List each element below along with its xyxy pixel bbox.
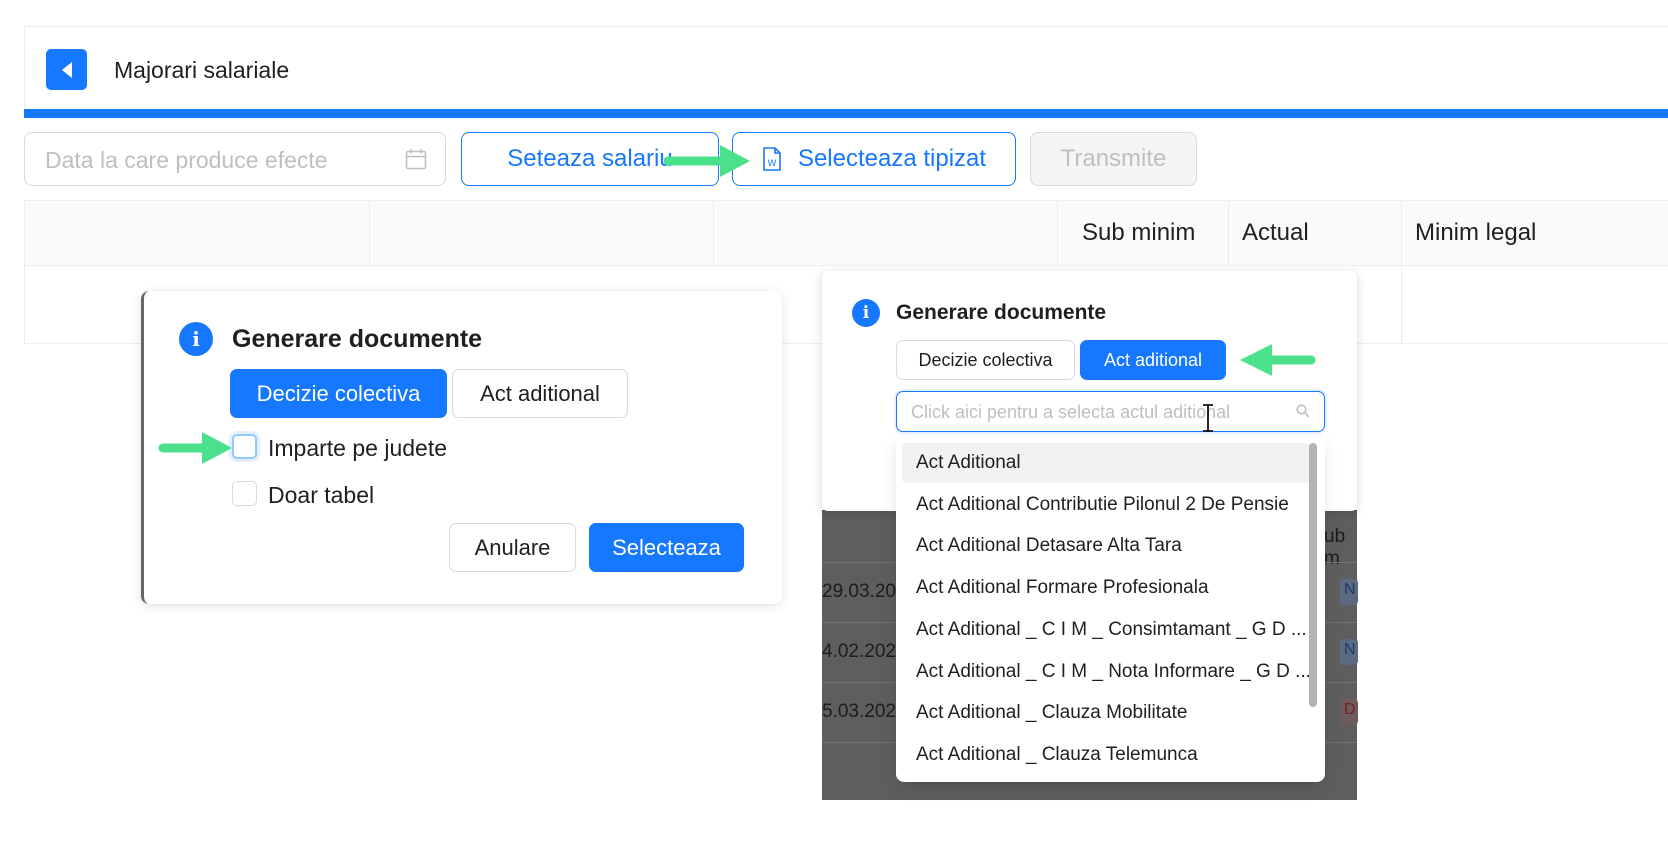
tab-label: Act aditional (1103, 349, 1203, 370)
dropdown-option[interactable]: Act Aditional _ Clauza Telemunca (902, 735, 1310, 775)
column-divider (1401, 201, 1402, 267)
status-badge: N (1340, 639, 1358, 665)
column-header-minim-legal[interactable]: Minim legal (1415, 219, 1536, 247)
annotation-arrow-icon (1240, 344, 1316, 376)
row-date: 5.03.2020 (822, 701, 907, 722)
column-divider (1057, 201, 1058, 267)
select-label: Selecteaza (612, 534, 721, 560)
modal-title: Generare documente (896, 301, 1107, 324)
select-template-button[interactable]: W Selecteaza tipizat (732, 132, 1016, 186)
tab-act-aditional[interactable]: Act aditional (1080, 340, 1226, 380)
effective-date-placeholder: Data la care produce efecte (45, 147, 328, 173)
dropdown-option[interactable]: Act Aditional Detasare Alta Tara (902, 526, 1310, 566)
column-header-actual[interactable]: Actual (1242, 219, 1309, 247)
column-divider (369, 201, 370, 267)
word-document-icon: W (763, 147, 781, 171)
tab-label: Act aditional (480, 380, 600, 406)
annotation-arrow-icon (158, 432, 232, 464)
info-icon: i (179, 322, 213, 356)
calendar-icon (405, 149, 427, 170)
select-template-label: Selecteaza tipizat (797, 145, 987, 172)
dropdown-option[interactable]: Act Aditional Formare Profesionala (902, 568, 1310, 608)
act-aditional-dropdown: Act Aditional Act Aditional Contributie … (896, 437, 1325, 782)
header-accent-bar (24, 109, 1668, 118)
tab-decizie-colectiva[interactable]: Decizie colectiva (230, 369, 447, 418)
page-title: Majorari salariale (114, 57, 290, 83)
back-button[interactable] (46, 49, 87, 90)
tab-decizie-colectiva[interactable]: Decizie colectiva (896, 340, 1075, 380)
search-placeholder: Click aici pentru a selecta actul aditio… (911, 402, 1231, 422)
row-date: 4.02.2020 (822, 641, 907, 662)
select-button[interactable]: Selecteaza (589, 523, 744, 572)
search-icon (1296, 404, 1310, 418)
dropdown-option[interactable]: Act Aditional _ C I M _ Consimtamant _ G… (902, 610, 1310, 650)
status-badge: D (1340, 699, 1358, 725)
status-badge: N (1340, 579, 1358, 605)
text-cursor-icon (1203, 404, 1213, 432)
annotation-arrow-icon (664, 145, 750, 177)
checkbox-label: Doar tabel (268, 482, 375, 508)
modal-title: Generare documente (232, 325, 483, 353)
dropdown-option[interactable]: Act Aditional _ C I M _ Nota Informare _… (902, 652, 1310, 692)
table-header: Sub minim Actual Minim legal (24, 200, 1668, 267)
tab-label: Decizie colectiva (256, 380, 421, 406)
dropdown-scrollbar[interactable] (1309, 443, 1317, 707)
column-header-sub-minim[interactable]: Sub minim (1082, 219, 1195, 247)
info-icon: i (852, 299, 880, 327)
dropdown-option[interactable]: Act Aditional (902, 443, 1310, 483)
column-divider (713, 201, 714, 267)
act-aditional-search-input[interactable]: Click aici pentru a selecta actul aditio… (896, 391, 1325, 432)
page-header: Majorari salariale (24, 26, 1668, 112)
tab-label: Decizie colectiva (918, 349, 1053, 370)
effective-date-input[interactable]: Data la care produce efecte (24, 132, 446, 186)
column-divider (1228, 201, 1229, 267)
checkbox-label: Imparte pe judete (268, 435, 448, 461)
transmit-label: Transmite (1060, 145, 1167, 172)
dropdown-option[interactable]: Act Aditional Contributie Pilonul 2 De P… (902, 485, 1310, 525)
transmit-button[interactable]: Transmite (1030, 132, 1197, 186)
column-divider (1401, 266, 1402, 344)
cancel-label: Anulare (474, 534, 551, 560)
row-date: 29.03.202 (822, 581, 907, 602)
tab-act-aditional[interactable]: Act aditional (452, 369, 628, 418)
set-salary-label: Seteaza salariu (507, 145, 673, 172)
doar-tabel-checkbox[interactable] (232, 481, 257, 506)
svg-text:W: W (767, 159, 776, 169)
dropdown-option[interactable]: Act Aditional _ Clauza Mobilitate (902, 693, 1310, 733)
caret-left-icon (61, 61, 72, 78)
cancel-button[interactable]: Anulare (449, 523, 576, 572)
